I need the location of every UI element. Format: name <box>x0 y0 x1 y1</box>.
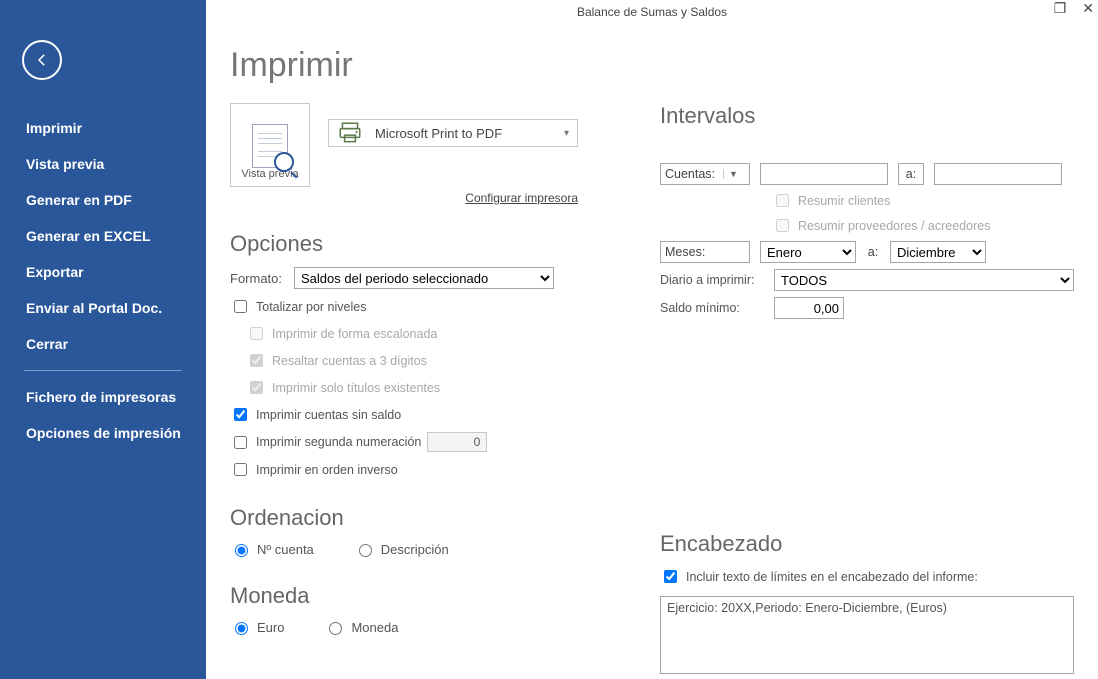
check-cuentas-sin-saldo-label: Imprimir cuentas sin saldo <box>256 408 401 422</box>
cuentas-from-input[interactable] <box>760 163 888 185</box>
check-orden-inverso-label: Imprimir en orden inverso <box>256 463 398 477</box>
vista-previa-button[interactable]: Vista previa <box>230 103 310 187</box>
saldo-minimo-label: Saldo mínimo: <box>660 301 764 315</box>
arrow-left-icon <box>33 51 51 69</box>
meses-combo[interactable]: Meses: <box>660 241 750 263</box>
sidebar-item-exportar[interactable]: Exportar <box>0 254 206 290</box>
cuentas-combo[interactable]: Cuentas: ▼ <box>660 163 750 185</box>
check-solo-titulos-label: Imprimir solo títulos existentes <box>272 381 440 395</box>
printer-select[interactable]: Microsoft Print to PDF ▾ <box>328 119 578 147</box>
sidebar: Imprimir Vista previa Generar en PDF Gen… <box>0 0 206 679</box>
sidebar-item-enviar-portal[interactable]: Enviar al Portal Doc. <box>0 290 206 326</box>
cuentas-to-input[interactable] <box>934 163 1062 185</box>
check-totalizar-niveles[interactable]: Totalizar por niveles <box>230 297 590 316</box>
encabezado-textarea[interactable] <box>660 596 1074 674</box>
back-button[interactable] <box>22 40 62 80</box>
window-close-button[interactable]: ✕ <box>1082 0 1094 17</box>
radio-euro-label: Euro <box>257 620 284 635</box>
cuentas-a-label-box: a: <box>898 163 924 185</box>
cuentas-label: Cuentas: <box>665 167 715 181</box>
check-solo-titulos: Imprimir solo títulos existentes <box>246 378 590 397</box>
sidebar-item-generar-pdf[interactable]: Generar en PDF <box>0 182 206 218</box>
sidebar-item-opciones-impresion[interactable]: Opciones de impresión <box>0 415 206 451</box>
printer-name: Microsoft Print to PDF <box>375 126 502 141</box>
check-resumir-clientes-label: Resumir clientes <box>798 194 890 208</box>
segunda-numeracion-value[interactable]: 0 <box>427 432 487 452</box>
meses-label: Meses: <box>665 245 705 259</box>
meses-a-label: a: <box>866 245 880 259</box>
radio-num-cuenta[interactable]: Nº cuenta <box>230 541 314 557</box>
chevron-down-icon: ▼ <box>723 169 738 179</box>
sidebar-item-imprimir[interactable]: Imprimir <box>0 110 206 146</box>
intervalos-heading: Intervalos <box>660 103 1074 129</box>
check-totalizar-niveles-label: Totalizar por niveles <box>256 300 366 314</box>
check-resumir-clientes: Resumir clientes <box>772 191 890 210</box>
sidebar-separator <box>24 370 182 371</box>
formato-label: Formato: <box>230 271 282 286</box>
sidebar-item-cerrar[interactable]: Cerrar <box>0 326 206 362</box>
check-segunda-numeracion[interactable]: Imprimir segunda numeración 0 <box>230 432 590 452</box>
check-orden-inverso[interactable]: Imprimir en orden inverso <box>230 460 590 479</box>
cuentas-a-label: a: <box>906 167 916 181</box>
check-escalonada: Imprimir de forma escalonada <box>246 324 590 343</box>
check-escalonada-label: Imprimir de forma escalonada <box>272 327 437 341</box>
printer-icon <box>337 120 363 146</box>
diario-select[interactable]: TODOS <box>774 269 1074 291</box>
encabezado-heading: Encabezado <box>660 531 1074 557</box>
formato-select[interactable]: Saldos del periodo seleccionado <box>294 267 554 289</box>
radio-moneda-label: Moneda <box>351 620 398 635</box>
radio-descripcion-label: Descripción <box>381 542 449 557</box>
check-resaltar-3digitos: Resaltar cuentas a 3 dígitos <box>246 351 590 370</box>
check-incluir-texto-label: Incluir texto de límites en el encabezad… <box>686 570 978 584</box>
radio-euro[interactable]: Euro <box>230 619 284 635</box>
radio-moneda[interactable]: Moneda <box>324 619 398 635</box>
chevron-down-icon: ▾ <box>564 128 569 139</box>
saldo-minimo-input[interactable] <box>774 297 844 319</box>
configure-printer-link[interactable]: Configurar impresora <box>465 191 578 205</box>
check-resaltar-3digitos-label: Resaltar cuentas a 3 dígitos <box>272 354 427 368</box>
moneda-heading: Moneda <box>230 583 590 609</box>
meses-to-select[interactable]: Diciembre <box>890 241 986 263</box>
radio-descripcion[interactable]: Descripción <box>354 541 449 557</box>
diario-label: Diario a imprimir: <box>660 273 764 287</box>
check-incluir-texto[interactable]: Incluir texto de límites en el encabezad… <box>660 567 1074 586</box>
meses-from-select[interactable]: Enero <box>760 241 856 263</box>
check-segunda-numeracion-label: Imprimir segunda numeración <box>256 435 421 449</box>
titlebar: Balance de Sumas y Saldos ❐ ✕ <box>206 0 1098 24</box>
window-maximize-button[interactable]: ❐ <box>1054 0 1067 17</box>
sidebar-item-vista-previa[interactable]: Vista previa <box>0 146 206 182</box>
check-cuentas-sin-saldo[interactable]: Imprimir cuentas sin saldo <box>230 405 590 424</box>
document-preview-icon <box>252 124 288 168</box>
sidebar-item-fichero-impresoras[interactable]: Fichero de impresoras <box>0 379 206 415</box>
sidebar-item-generar-excel[interactable]: Generar en EXCEL <box>0 218 206 254</box>
opciones-heading: Opciones <box>230 231 590 257</box>
ordenacion-heading: Ordenacion <box>230 505 590 531</box>
page-title: Imprimir <box>230 46 1098 85</box>
check-resumir-proveedores: Resumir proveedores / acreedores <box>772 216 990 235</box>
radio-num-cuenta-label: Nº cuenta <box>257 542 314 557</box>
window-title: Balance de Sumas y Saldos <box>577 5 727 19</box>
check-resumir-proveedores-label: Resumir proveedores / acreedores <box>798 219 990 233</box>
